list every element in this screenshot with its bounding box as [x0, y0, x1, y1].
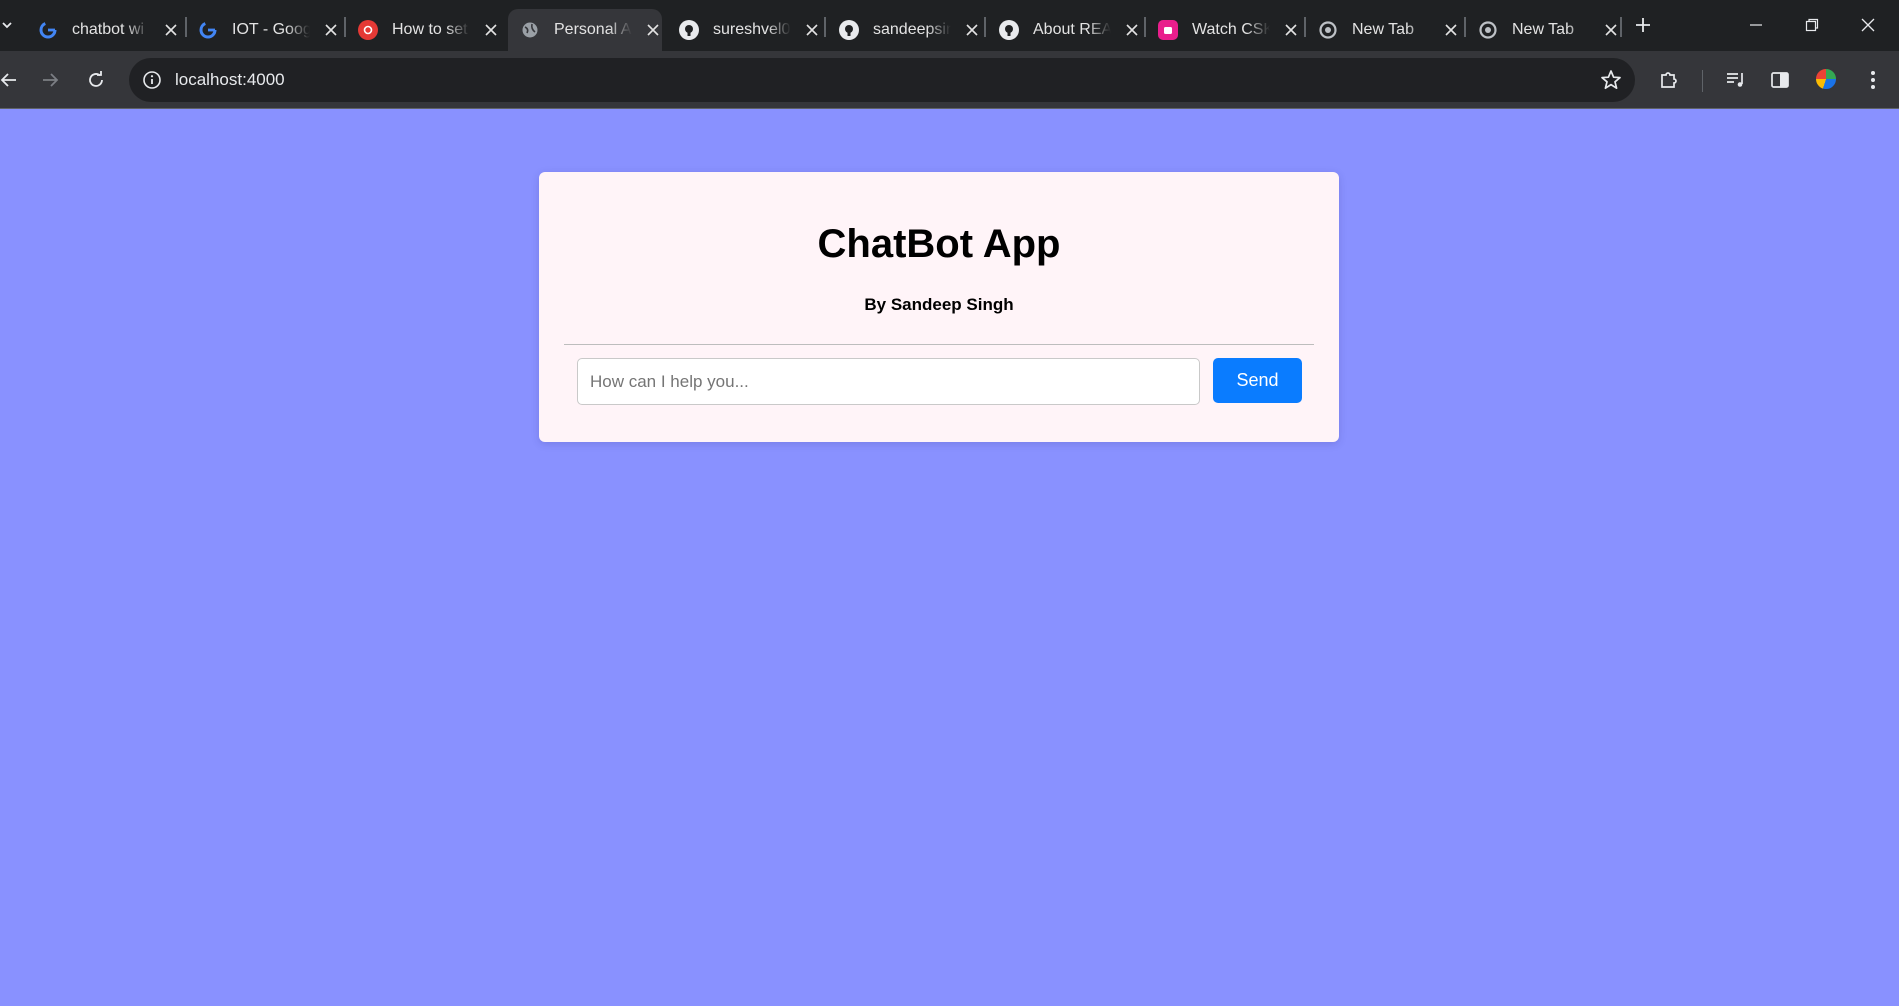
tab-title: About REA	[1033, 21, 1112, 38]
close-icon[interactable]	[644, 21, 662, 39]
close-icon[interactable]	[162, 21, 180, 39]
tab-sandeepsin[interactable]: sandeepsin	[827, 9, 981, 51]
menu-kebab-icon[interactable]	[1856, 63, 1890, 97]
back-icon[interactable]	[0, 63, 26, 97]
close-icon[interactable]	[963, 21, 981, 39]
tab-title: sandeepsin	[873, 21, 952, 38]
bookmark-star-icon[interactable]	[1599, 68, 1623, 92]
browser-toolbar: localhost:4000	[0, 51, 1899, 108]
tab-watch-csk[interactable]: Watch CSK	[1146, 9, 1300, 51]
tab-title: chatbot wi	[72, 21, 145, 38]
tab-title: New Tab	[1512, 21, 1574, 38]
close-icon[interactable]	[482, 21, 500, 39]
tab-title: sureshvel0	[713, 21, 791, 38]
google-icon	[38, 20, 58, 40]
tab-iot[interactable]: IOT - Goog	[186, 9, 340, 51]
tab-strip: chatbot wi IOT - Goog How to set Persona…	[0, 0, 1899, 51]
chrome-icon	[1478, 20, 1498, 40]
github-icon	[839, 20, 859, 40]
tab-title: Personal A	[554, 21, 632, 38]
pink-app-icon	[1158, 20, 1178, 40]
tab-title: IOT - Goog	[232, 21, 311, 38]
tab-new-tab[interactable]: New Tab	[1466, 9, 1620, 51]
close-icon[interactable]	[1123, 21, 1141, 39]
media-controls-icon[interactable]	[1719, 63, 1753, 97]
address-url[interactable]: localhost:4000	[175, 70, 285, 90]
reload-icon[interactable]	[79, 63, 113, 97]
tab-how-to-set[interactable]: How to set	[346, 9, 500, 51]
tab-separator	[824, 17, 826, 37]
close-icon[interactable]	[322, 21, 340, 39]
tab-separator	[984, 17, 986, 37]
tab-new-tab[interactable]: New Tab	[1306, 9, 1460, 51]
extensions-icon[interactable]	[1652, 63, 1686, 97]
chrome-icon	[1318, 20, 1338, 40]
toolbar-divider	[0, 108, 1899, 109]
minimize-icon[interactable]	[1728, 0, 1784, 50]
github-icon	[679, 20, 699, 40]
window-close-icon[interactable]	[1840, 0, 1896, 50]
chat-message-input[interactable]	[577, 358, 1200, 405]
close-icon[interactable]	[1442, 21, 1460, 39]
google-icon	[198, 20, 218, 40]
close-icon[interactable]	[1602, 21, 1620, 39]
tab-title: How to set	[392, 21, 468, 38]
site-info-icon[interactable]	[138, 66, 166, 94]
close-icon[interactable]	[1282, 21, 1300, 39]
send-button[interactable]: Send	[1213, 358, 1302, 403]
side-panel-icon[interactable]	[1763, 63, 1797, 97]
tab-separator	[1620, 17, 1622, 37]
page-title: ChatBot App	[817, 222, 1061, 266]
tab-title: Watch CSK	[1192, 21, 1271, 38]
tab-title: New Tab	[1352, 21, 1414, 38]
restore-icon[interactable]	[1784, 0, 1840, 50]
address-bar[interactable]: localhost:4000	[129, 58, 1635, 102]
card-divider	[564, 344, 1314, 345]
forward-icon[interactable]	[33, 63, 67, 97]
tab-chatbot[interactable]: chatbot wi	[26, 9, 180, 51]
toolbar-separator	[1702, 70, 1703, 92]
close-icon[interactable]	[803, 21, 821, 39]
red-circle-icon	[358, 20, 378, 40]
tab-search-chevron-icon[interactable]	[0, 12, 14, 38]
tab-sureshvel[interactable]: sureshvel0	[667, 9, 821, 51]
tab-personal-active[interactable]: Personal A	[508, 9, 662, 51]
chatbot-card: ChatBot App By Sandeep Singh Send	[539, 172, 1339, 442]
github-icon	[999, 20, 1019, 40]
author-subtitle: By Sandeep Singh	[864, 295, 1014, 314]
globe-icon	[520, 20, 540, 40]
profile-avatar[interactable]	[1814, 67, 1838, 91]
new-tab-plus-icon[interactable]	[1630, 12, 1656, 38]
tab-about-rea[interactable]: About REA	[987, 9, 1141, 51]
